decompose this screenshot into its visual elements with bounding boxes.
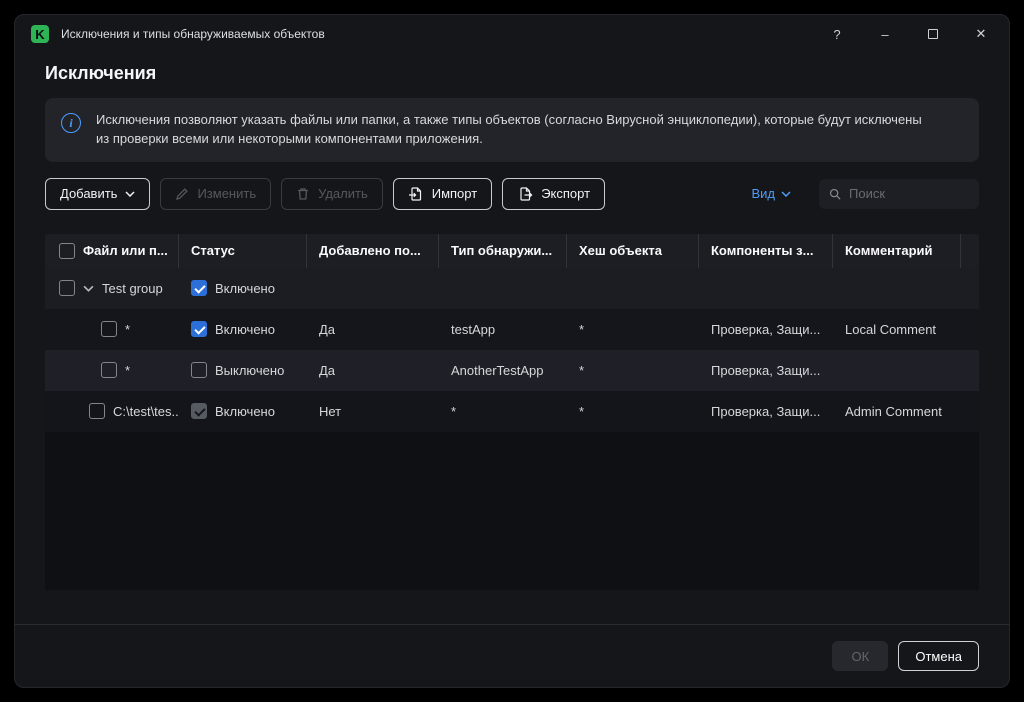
cell-hash: * [567,322,699,337]
ok-button[interactable]: ОК [832,641,888,671]
footer-bar: ОК Отмена [15,624,1009,687]
cell-added-by: Да [307,322,439,337]
row-select-checkbox[interactable] [59,280,75,296]
edit-button[interactable]: Изменить [160,178,271,210]
header-hash[interactable]: Хеш объекта [567,234,699,268]
cell-type: * [439,404,567,419]
info-icon: i [61,113,81,133]
search-box [819,179,979,209]
info-banner: i Исключения позволяют указать файлы или… [45,98,979,162]
page-title: Исключения [45,63,979,84]
cell-file: * [125,322,130,337]
cancel-button[interactable]: Отмена [898,641,979,671]
help-button[interactable]: ? [827,24,847,44]
header-components[interactable]: Компоненты з... [699,234,833,268]
cell-type: testApp [439,322,567,337]
edit-button-label: Изменить [197,186,256,201]
delete-button[interactable]: Удалить [281,178,383,210]
cell-added-by: Нет [307,404,439,419]
search-icon [829,187,841,201]
row-select-checkbox[interactable] [89,403,105,419]
cell-hash: * [567,404,699,419]
exclusions-table: Файл или п... Статус Добавлено по... Тип… [45,234,979,590]
add-button-label: Добавить [60,186,117,201]
group-name: Test group [102,281,163,296]
table-empty-area [45,432,979,590]
window-title: Исключения и типы обнаруживаемых объекто… [61,27,325,41]
cell-components: Проверка, Защи... [699,404,833,419]
export-button-label: Экспорт [541,186,590,201]
maximize-button[interactable] [923,24,943,44]
cell-added-by: Да [307,363,439,378]
cell-comment: Local Comment [833,322,961,337]
cell-file: C:\test\tes... [113,404,179,419]
table-group-row[interactable]: Test group Включено [45,268,979,309]
cell-hash: * [567,363,699,378]
header-type[interactable]: Тип обнаружи... [439,234,567,268]
export-button[interactable]: Экспорт [502,178,605,210]
cell-comment: Admin Comment [833,404,961,419]
row-select-checkbox[interactable] [101,321,117,337]
table-header-row: Файл или п... Статус Добавлено по... Тип… [45,234,979,268]
title-bar: K Исключения и типы обнаруживаемых объек… [15,15,1009,53]
header-status[interactable]: Статус [179,234,307,268]
status-checkbox[interactable] [191,280,207,296]
cell-type: AnotherTestApp [439,363,567,378]
import-button-label: Импорт [432,186,477,201]
table-row[interactable]: * Выключено Да AnotherTestApp * Проверка… [45,350,979,391]
cell-components: Проверка, Защи... [699,363,833,378]
view-dropdown-label: Вид [751,186,775,201]
view-dropdown[interactable]: Вид [751,186,791,201]
window-controls: ? – ✕ [827,24,991,44]
close-button[interactable]: ✕ [971,24,991,44]
status-label: Включено [215,404,275,419]
kaspersky-logo-icon: K [31,25,49,43]
cell-components: Проверка, Защи... [699,322,833,337]
table-row[interactable]: * Включено Да testApp * Проверка, Защи..… [45,309,979,350]
status-checkbox[interactable] [191,362,207,378]
status-label: Выключено [215,363,284,378]
table-row[interactable]: C:\test\tes... Включено Нет * * Проверка… [45,391,979,432]
delete-button-label: Удалить [318,186,368,201]
cell-file: * [125,363,130,378]
trash-icon [296,187,310,201]
status-checkbox[interactable] [191,321,207,337]
add-button[interactable]: Добавить [45,178,150,210]
toolbar: Добавить Изменить Удалить Импорт Экспорт [45,178,979,210]
import-icon [408,186,424,202]
row-select-checkbox[interactable] [101,362,117,378]
status-label: Включено [215,322,275,337]
header-file[interactable]: Файл или п... [45,234,179,268]
expand-chevron-icon[interactable] [83,285,94,292]
chevron-down-icon [125,191,135,197]
info-banner-text: Исключения позволяют указать файлы или п… [96,111,926,149]
export-icon [517,186,533,202]
status-label: Включено [215,281,275,296]
pencil-icon [175,187,189,201]
header-file-label: Файл или п... [83,243,168,258]
minimize-button[interactable]: – [875,24,895,44]
app-window: K Исключения и типы обнаруживаемых объек… [14,14,1010,688]
header-scrollbar-gutter [961,234,979,268]
content-area: Исключения i Исключения позволяют указат… [15,53,1009,624]
header-comment[interactable]: Комментарий [833,234,961,268]
chevron-down-icon [781,191,791,197]
import-button[interactable]: Импорт [393,178,492,210]
select-all-checkbox[interactable] [59,243,75,259]
maximize-icon [928,29,938,39]
search-input[interactable] [849,186,969,201]
status-checkbox[interactable] [191,403,207,419]
header-added-by[interactable]: Добавлено по... [307,234,439,268]
